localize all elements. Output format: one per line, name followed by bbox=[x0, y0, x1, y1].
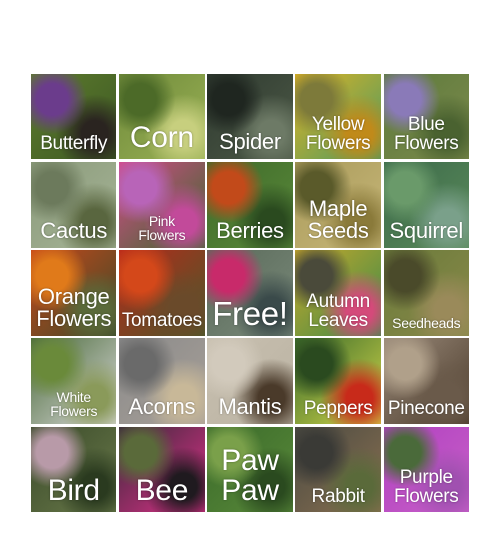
bingo-tile-autumn-leaves[interactable]: Autumn Leaves bbox=[295, 250, 381, 336]
tile-label: Peppers bbox=[303, 397, 373, 419]
bingo-tile-free[interactable]: Free! bbox=[207, 250, 293, 336]
bingo-tile-yellow-flowers[interactable]: Yellow Flowers bbox=[295, 74, 381, 160]
tile-label: Mantis bbox=[218, 393, 282, 419]
bingo-tile-spider[interactable]: Spider bbox=[207, 74, 293, 160]
tile-label: Pink Flowers bbox=[138, 212, 186, 243]
tile-label: Free! bbox=[212, 294, 288, 332]
tile-label: Acorns bbox=[128, 393, 196, 419]
bingo-tile-white-flowers[interactable]: White Flowers bbox=[31, 338, 117, 424]
bingo-board: Butterfly Corn Spider Yellow Flowers Blue Fl… bbox=[31, 74, 469, 512]
bingo-tile-pink-flowers[interactable]: Pink Flowers bbox=[119, 162, 205, 248]
bingo-tile-butterfly[interactable]: Butterfly bbox=[31, 74, 117, 160]
tile-label: Purple Flowers bbox=[394, 466, 459, 507]
bingo-tile-paw-paw[interactable]: Paw Paw bbox=[207, 426, 293, 512]
bingo-tile-orange-flowers[interactable]: Orange Flowers bbox=[31, 250, 117, 336]
bingo-tile-squirrel[interactable]: Squirrel bbox=[383, 162, 469, 248]
tile-label: Butterfly bbox=[40, 133, 108, 155]
bingo-tile-pinecone[interactable]: Pinecone bbox=[383, 338, 469, 424]
tile-label: Seedheads bbox=[392, 314, 461, 331]
tile-label: White Flowers bbox=[50, 388, 98, 419]
bingo-tile-corn[interactable]: Corn bbox=[119, 74, 205, 160]
tile-label: Cactus bbox=[40, 217, 108, 243]
tile-label: Berries bbox=[216, 217, 284, 243]
tile-label: Corn bbox=[129, 121, 194, 155]
tile-label: Paw Paw bbox=[221, 443, 279, 507]
tile-label: Rabbit bbox=[311, 485, 365, 507]
bingo-tile-mantis[interactable]: Mantis bbox=[207, 338, 293, 424]
bingo-tile-cactus[interactable]: Cactus bbox=[31, 162, 117, 248]
tile-label: Autumn Leaves bbox=[306, 290, 370, 331]
bingo-tile-bird[interactable]: Bird bbox=[31, 426, 117, 512]
tile-label: Blue Flowers bbox=[394, 114, 459, 155]
tile-label: Spider bbox=[219, 129, 281, 155]
tile-label: Pinecone bbox=[387, 397, 465, 419]
bingo-tile-purple-flowers[interactable]: Purple Flowers bbox=[383, 426, 469, 512]
tile-label: Bee bbox=[135, 473, 189, 507]
tile-label: Maple Seeds bbox=[307, 195, 369, 243]
bingo-tile-rabbit[interactable]: Rabbit bbox=[295, 426, 381, 512]
tile-label: Orange Flowers bbox=[36, 283, 112, 331]
bingo-tile-berries[interactable]: Berries bbox=[207, 162, 293, 248]
tile-label: Squirrel bbox=[389, 217, 464, 243]
bingo-tile-peppers[interactable]: Peppers bbox=[295, 338, 381, 424]
tile-label: Yellow Flowers bbox=[305, 114, 371, 155]
bingo-tile-bee[interactable]: Bee bbox=[119, 426, 205, 512]
tile-label: Tomatoes bbox=[121, 309, 202, 331]
bingo-tile-blue-flowers[interactable]: Blue Flowers bbox=[383, 74, 469, 160]
bingo-tile-seedheads[interactable]: Seedheads bbox=[383, 250, 469, 336]
bingo-tile-tomatoes[interactable]: Tomatoes bbox=[119, 250, 205, 336]
bingo-tile-maple-seeds[interactable]: Maple Seeds bbox=[295, 162, 381, 248]
bingo-tile-acorns[interactable]: Acorns bbox=[119, 338, 205, 424]
tile-label: Bird bbox=[47, 473, 100, 507]
